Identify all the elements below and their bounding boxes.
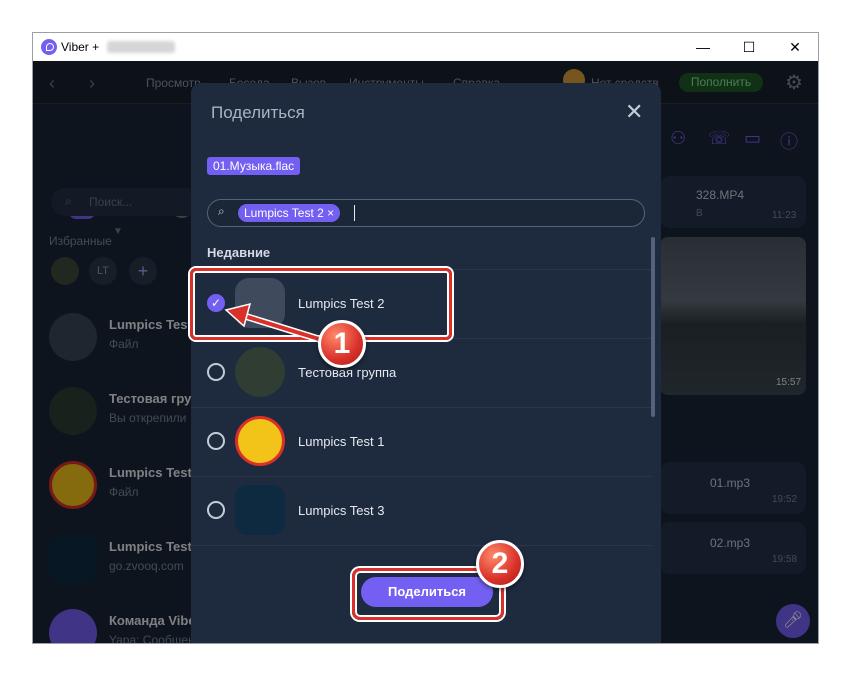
step-1-badge: 1 — [318, 320, 366, 368]
annotation-arrow — [224, 302, 326, 344]
step-2-badge: 2 — [476, 540, 524, 588]
